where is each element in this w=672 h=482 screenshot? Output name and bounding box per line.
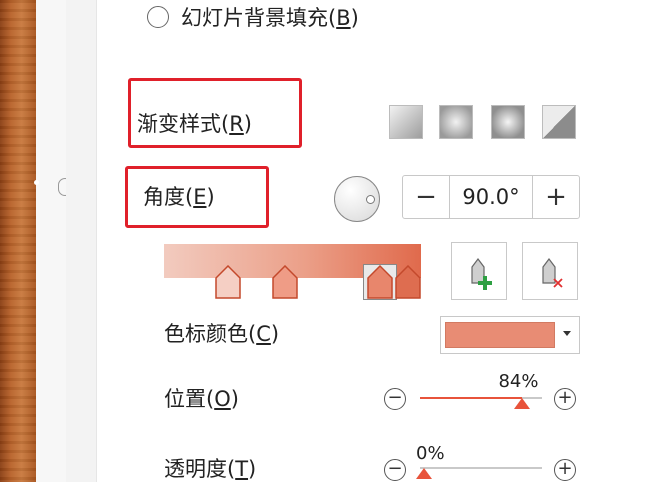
gradient-stop-3[interactable] bbox=[367, 265, 393, 299]
angle-value-input[interactable]: 90.0° bbox=[449, 176, 533, 218]
position-increase-button[interactable]: + bbox=[554, 388, 576, 410]
transparency-slider-thumb[interactable] bbox=[415, 468, 433, 480]
transparency-increase-button[interactable]: + bbox=[554, 459, 576, 481]
stop-color-label: 色标颜色(C) bbox=[164, 322, 280, 346]
angle-dial[interactable] bbox=[334, 176, 380, 222]
position-value: 84% bbox=[498, 371, 539, 392]
gradient-style-label: 渐变样式(R) bbox=[137, 112, 252, 136]
slide-background-fill-label[interactable]: 幻灯片背景填充(B) bbox=[181, 6, 359, 30]
thumbnail-gutter bbox=[34, 0, 72, 482]
stop-color-dropdown[interactable] bbox=[440, 316, 580, 354]
slide-background-fill-radio[interactable] bbox=[147, 6, 169, 28]
position-decrease-button[interactable]: − bbox=[384, 388, 406, 410]
gradient-style-rectangular-button[interactable] bbox=[491, 105, 525, 139]
transparency-label: 透明度(T) bbox=[164, 457, 257, 481]
panel-separator bbox=[66, 0, 96, 482]
remove-gradient-stop-button[interactable] bbox=[522, 242, 578, 300]
gradient-stop-4[interactable] bbox=[395, 265, 421, 299]
remove-stop-icon bbox=[542, 258, 563, 288]
angle-decrement-button[interactable]: − bbox=[403, 176, 449, 218]
gradient-stop-1[interactable] bbox=[215, 265, 241, 299]
slide-wood-background bbox=[0, 0, 36, 482]
gradient-style-path-button[interactable] bbox=[542, 105, 576, 139]
stop-color-swatch bbox=[445, 322, 555, 348]
angle-spinner: − 90.0° + bbox=[402, 175, 580, 219]
position-label: 位置(O) bbox=[164, 387, 239, 411]
gradient-style-radial-button[interactable] bbox=[439, 105, 473, 139]
transparency-value: 0% bbox=[416, 443, 445, 464]
transparency-slider-track[interactable] bbox=[420, 467, 542, 469]
position-slider-fill bbox=[420, 397, 523, 399]
add-gradient-stop-button[interactable] bbox=[451, 242, 507, 300]
gradient-stop-2[interactable] bbox=[272, 265, 298, 299]
angle-dial-handle[interactable] bbox=[366, 195, 375, 204]
position-slider-thumb[interactable] bbox=[513, 398, 531, 410]
transparency-decrease-button[interactable]: − bbox=[384, 459, 406, 481]
add-stop-icon bbox=[471, 258, 492, 290]
angle-increment-button[interactable]: + bbox=[533, 176, 579, 218]
gutter-dot bbox=[34, 180, 39, 185]
angle-label: 角度(E) bbox=[143, 185, 215, 209]
gradient-style-linear-button[interactable] bbox=[389, 105, 423, 139]
chevron-down-icon bbox=[563, 331, 571, 336]
